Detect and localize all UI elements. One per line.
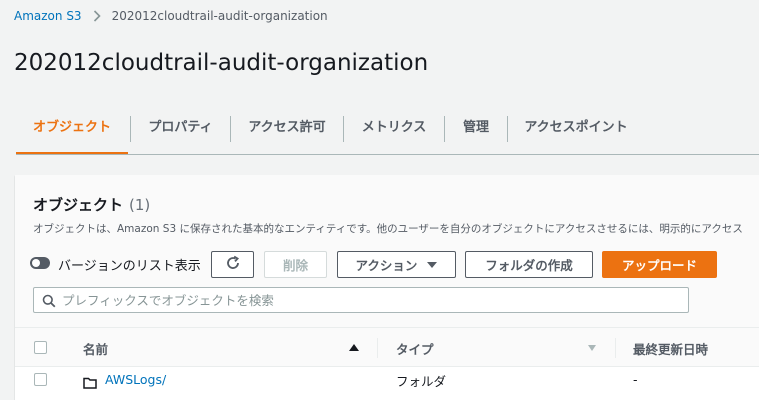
delete-button[interactable]: 削除 [264, 251, 327, 278]
table-row: AWSLogs/ フォルダ - [15, 367, 759, 400]
chevron-right-icon [88, 9, 106, 23]
tab-management[interactable]: 管理 [445, 107, 507, 154]
objects-count: (1) [129, 196, 151, 214]
sort-down-icon[interactable] [588, 345, 596, 351]
column-divider [615, 338, 616, 358]
objects-panel-title-text: オブジェクト [33, 196, 124, 214]
version-toggle[interactable] [30, 257, 50, 269]
refresh-button[interactable] [211, 251, 254, 278]
column-divider [377, 338, 378, 358]
search-box [33, 287, 689, 313]
objects-panel-description: オブジェクトは、Amazon S3 に保存された基本的なエンティティです。他のユ… [33, 223, 743, 235]
column-header-type[interactable]: タイプ [396, 339, 434, 358]
object-type: フォルダ [396, 374, 447, 389]
search-icon [42, 293, 56, 308]
column-header-last-modified[interactable]: 最終更新日時 [633, 339, 708, 358]
tab-bar: オブジェクト プロパティ アクセス許可 メトリクス 管理 アクセスポイント [16, 107, 759, 155]
page-title: 202012cloudtrail-audit-organization [14, 50, 429, 76]
tab-access-points[interactable]: アクセスポイント [508, 107, 644, 154]
breadcrumb-current: 202012cloudtrail-audit-organization [111, 9, 328, 23]
tab-properties[interactable]: プロパティ [131, 107, 230, 154]
object-name-link[interactable]: AWSLogs/ [105, 372, 166, 387]
tab-objects[interactable]: オブジェクト [16, 107, 128, 154]
folder-icon [83, 374, 97, 389]
tab-permissions[interactable]: アクセス許可 [231, 107, 343, 154]
sort-up-icon[interactable] [349, 344, 359, 351]
actions-dropdown-button[interactable]: アクション [337, 251, 456, 278]
search-input[interactable] [62, 292, 688, 308]
column-header-name[interactable]: 名前 [83, 339, 108, 358]
objects-panel-title: オブジェクト (1) [33, 194, 150, 215]
table-header: 名前 タイプ 最終更新日時 [15, 327, 759, 367]
object-last-modified: - [633, 372, 638, 387]
tab-metrics[interactable]: メトリクス [344, 107, 444, 154]
version-toggle-label: バージョンのリスト表示 [58, 259, 201, 274]
breadcrumb: Amazon S3 202012cloudtrail-audit-organiz… [14, 7, 328, 25]
select-all-checkbox[interactable] [34, 341, 47, 354]
row-checkbox[interactable] [34, 373, 47, 386]
actions-button-label: アクション [355, 258, 418, 273]
toggle-knob [32, 259, 40, 267]
refresh-icon [225, 255, 241, 274]
upload-button[interactable]: アップロード [602, 251, 717, 278]
create-folder-button[interactable]: フォルダの作成 [465, 251, 593, 278]
breadcrumb-link-s3[interactable]: Amazon S3 [14, 9, 82, 23]
caret-down-icon [427, 261, 438, 268]
